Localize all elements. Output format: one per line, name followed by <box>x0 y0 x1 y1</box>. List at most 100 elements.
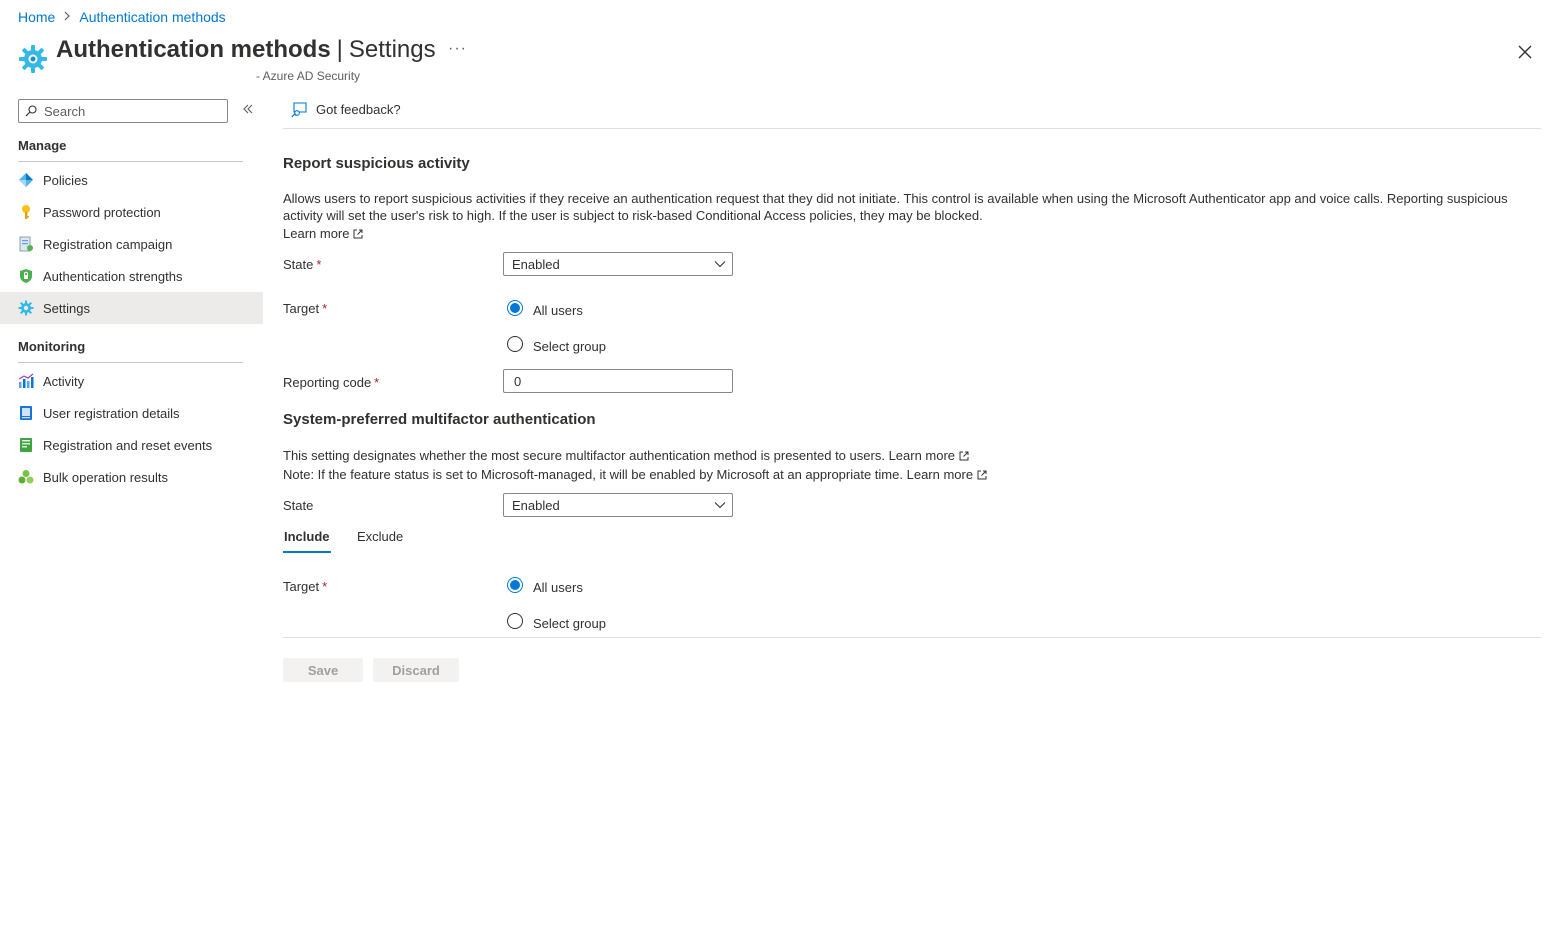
feedback-icon <box>291 102 307 118</box>
sidebar-item-label: Password protection <box>43 204 161 220</box>
external-link-icon <box>977 470 987 480</box>
sidebar-item-registration-campaign[interactable]: Registration campaign <box>0 228 263 260</box>
sidebar-item-password-protection[interactable]: Password protection <box>0 196 263 228</box>
tab-exclude[interactable]: Exclude <box>357 529 403 544</box>
double-chevron-left-icon <box>243 104 253 114</box>
radio-selected-icon <box>507 300 523 316</box>
breadcrumb-home-link[interactable]: Home <box>18 9 55 25</box>
active-tab-indicator <box>283 551 331 553</box>
page-title-separator: | <box>336 36 343 63</box>
required-mark: * <box>322 301 328 316</box>
report-target-select-group-radio[interactable]: Select group <box>507 336 606 354</box>
report-target-label: Target * <box>283 301 327 316</box>
footer-divider <box>283 637 1541 638</box>
required-mark: * <box>374 375 380 390</box>
reporting-code-input[interactable] <box>512 372 716 390</box>
search-box[interactable] <box>18 99 228 123</box>
bar-chart-icon <box>18 373 34 389</box>
report-state-label: State * <box>283 257 321 272</box>
gear-icon <box>18 44 48 74</box>
report-state-label-text: State <box>283 257 314 272</box>
mfa-line2-text: Note: If the feature status is set to Mi… <box>283 467 903 482</box>
mfa-description-line1: This setting designates whether the most… <box>283 447 969 464</box>
nav-divider <box>18 362 243 363</box>
sidebar-item-policies[interactable]: Policies <box>0 164 263 196</box>
sidebar-item-bulk-operation-results[interactable]: Bulk operation results <box>0 461 263 493</box>
mfa-state-dropdown[interactable]: Enabled <box>503 493 733 517</box>
sidebar-item-registration-and-reset-events[interactable]: Registration and reset events <box>0 429 263 461</box>
radio-label: All users <box>533 579 583 595</box>
chevron-down-icon <box>714 261 726 268</box>
radio-label: All users <box>533 302 583 318</box>
sidebar-item-label: Policies <box>43 172 88 188</box>
tab-include[interactable]: Include <box>284 529 330 544</box>
breadcrumb-current-link[interactable]: Authentication methods <box>79 9 225 25</box>
mfa-target-label-text: Target <box>283 579 320 594</box>
radio-label: Select group <box>533 338 606 354</box>
radio-selected-icon <box>507 577 523 593</box>
monitoring-heading: Monitoring <box>18 339 86 354</box>
report-target-all-users-radio[interactable]: All users <box>507 300 583 318</box>
nav-divider <box>18 161 243 162</box>
report-learn-more-link[interactable]: Learn more <box>283 226 349 241</box>
external-link-icon <box>353 229 363 239</box>
report-learn-more-row: Learn more <box>283 225 363 242</box>
mfa-state-value: Enabled <box>512 497 560 513</box>
events-icon <box>18 437 34 453</box>
manage-heading: Manage <box>18 138 67 153</box>
report-target-label-text: Target <box>283 301 320 316</box>
reporting-code-label: Reporting code * <box>283 375 379 390</box>
sidebar-item-label: Settings <box>43 300 90 316</box>
search-input[interactable] <box>42 102 216 120</box>
sidebar-item-label: Authentication strengths <box>43 268 183 284</box>
bulk-icon <box>18 469 34 485</box>
more-options-button[interactable]: ··· <box>448 40 467 58</box>
save-button[interactable]: Save <box>283 658 363 682</box>
got-feedback-label: Got feedback? <box>316 102 401 117</box>
policies-icon <box>18 172 34 188</box>
mfa-line1-text: This setting designates whether the most… <box>283 448 885 463</box>
report-section-title: Report suspicious activity <box>283 155 470 172</box>
sidebar-item-settings[interactable]: Settings <box>0 292 263 324</box>
collapse-sidebar-button[interactable] <box>241 102 255 116</box>
radio-label: Select group <box>533 615 606 631</box>
campaign-icon <box>18 236 34 252</box>
reporting-code-label-text: Reporting code <box>283 375 372 390</box>
mfa-section-title: System-preferred multifactor authenticat… <box>283 411 596 428</box>
reporting-code-field[interactable] <box>503 369 733 393</box>
discard-button[interactable]: Discard <box>373 658 459 682</box>
mfa-line2-learn-more-link[interactable]: Learn more <box>907 467 973 482</box>
sidebar-item-activity[interactable]: Activity <box>0 365 263 397</box>
external-link-icon <box>959 451 969 461</box>
page-title: Authentication methods | Settings <box>56 36 436 64</box>
shield-icon <box>18 268 34 284</box>
required-mark: * <box>316 257 322 272</box>
radio-unselected-icon <box>507 336 523 352</box>
mfa-state-label: State <box>283 498 314 513</box>
mfa-target-select-group-radio[interactable]: Select group <box>507 613 606 631</box>
mfa-target-all-users-radio[interactable]: All users <box>507 577 583 595</box>
close-button[interactable] <box>1515 42 1535 62</box>
user-details-icon <box>18 405 34 421</box>
sidebar-item-label: Registration campaign <box>43 236 173 252</box>
mfa-description-line2: Note: If the feature status is set to Mi… <box>283 466 987 483</box>
breadcrumb: Home Authentication methods <box>18 9 226 25</box>
chevron-right-icon <box>63 10 71 24</box>
got-feedback-button[interactable]: Got feedback? <box>291 101 401 118</box>
command-bar-divider <box>283 128 1541 129</box>
page-title-sub: Settings <box>348 36 436 63</box>
sidebar-item-user-registration-details[interactable]: User registration details <box>0 397 263 429</box>
chevron-down-icon <box>714 502 726 509</box>
mfa-line1-learn-more-link[interactable]: Learn more <box>889 448 955 463</box>
radio-unselected-icon <box>507 613 523 629</box>
page-subtitle: - Azure AD Security <box>256 69 361 83</box>
sidebar-item-label: Activity <box>43 373 85 389</box>
sidebar-item-label: Bulk operation results <box>43 469 169 485</box>
sidebar-item-authentication-strengths[interactable]: Authentication strengths <box>0 260 263 292</box>
sidebar-item-label: User registration details <box>43 405 180 421</box>
mfa-target-label: Target * <box>283 579 327 594</box>
key-icon <box>18 204 34 220</box>
required-mark: * <box>322 579 328 594</box>
report-state-value: Enabled <box>512 256 560 272</box>
report-state-dropdown[interactable]: Enabled <box>503 252 733 276</box>
